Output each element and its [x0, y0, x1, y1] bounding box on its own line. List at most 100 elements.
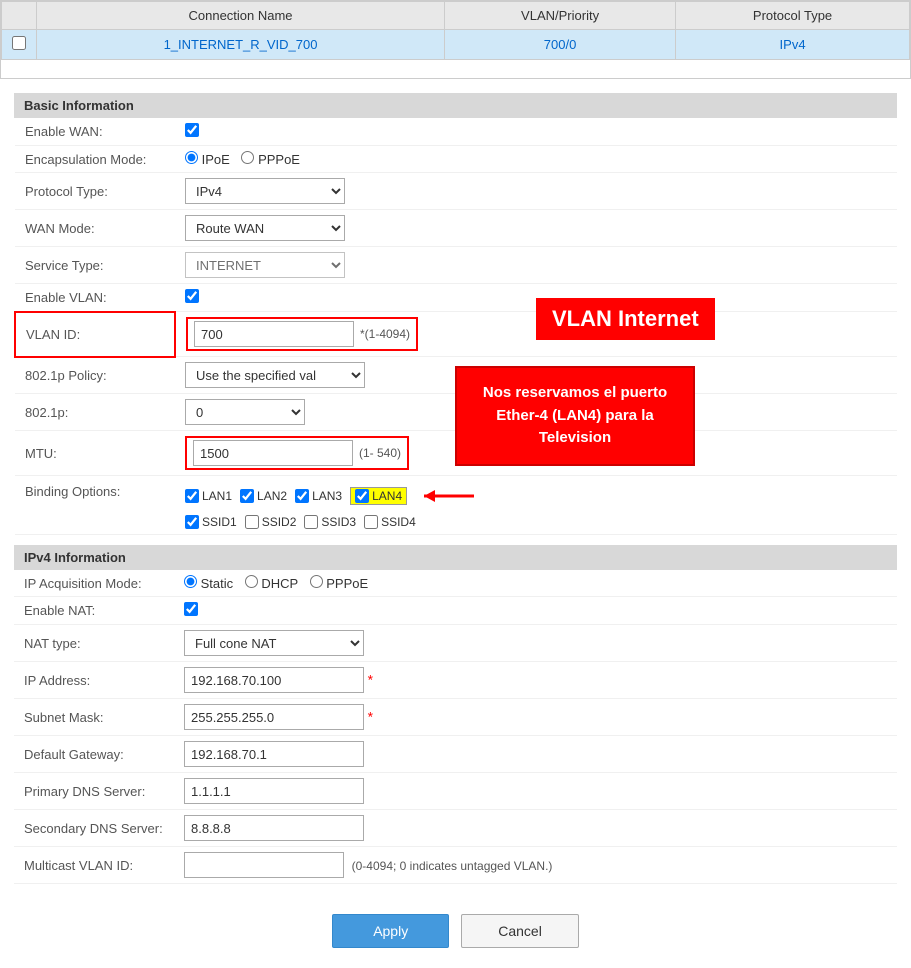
col-vlan-priority: VLAN/Priority: [445, 2, 676, 30]
ip-address-row: IP Address: *: [14, 662, 897, 699]
subnet-mask-input[interactable]: [184, 704, 364, 730]
subnet-mask-value: *: [174, 699, 897, 736]
nat-type-select[interactable]: Full cone NAT Restricted cone NAT Port-R…: [184, 630, 364, 656]
table-row[interactable]: 1_INTERNET_R_VID_700 700/0 IPv4: [2, 30, 910, 60]
basic-info-header: Basic Information: [14, 93, 897, 118]
pppoe-radio-label: PPPoE: [310, 576, 369, 591]
binding-options-row: Binding Options: LAN1 LAN2: [15, 476, 897, 535]
lan1-binding-item: LAN1: [185, 489, 232, 503]
service-type-select[interactable]: INTERNET: [185, 252, 345, 278]
static-radio-label: Static: [184, 576, 237, 591]
ssid3-binding-item: SSID3: [304, 515, 356, 529]
service-type-value: INTERNET: [175, 247, 897, 284]
primary-dns-value: [174, 773, 897, 810]
ip-address-input[interactable]: [184, 667, 364, 693]
connection-table: Connection Name VLAN/Priority Protocol T…: [1, 1, 910, 60]
wan-mode-row: WAN Mode: Route WAN Bridge WAN: [15, 210, 897, 247]
dhcp-radio-label: DHCP: [245, 576, 302, 591]
static-radio[interactable]: [184, 575, 197, 588]
protocol-type-value: IPv4 IPv6 IPv4/IPv6: [175, 173, 897, 210]
protocol-type-select[interactable]: IPv4 IPv6 IPv4/IPv6: [185, 178, 345, 204]
multicast-vlan-input[interactable]: [184, 852, 344, 878]
row-checkbox[interactable]: [2, 30, 37, 60]
wan-mode-select[interactable]: Route WAN Bridge WAN: [185, 215, 345, 241]
secondary-dns-row: Secondary DNS Server:: [14, 810, 897, 847]
lan3-binding-item: LAN3: [295, 489, 342, 503]
wan-mode-label: WAN Mode:: [15, 210, 175, 247]
enable-vlan-checkbox[interactable]: [185, 289, 199, 303]
basic-info-table: Enable WAN: Encapsulation Mode: IPoE: [14, 118, 897, 535]
vlan-id-row: VLAN ID: *(1-4094) VLAN Internet: [15, 312, 897, 357]
default-gateway-label: Default Gateway:: [14, 736, 174, 773]
static-label: Static: [201, 576, 234, 591]
encapsulation-value: IPoE PPPoE: [175, 146, 897, 173]
subnet-mask-label: Subnet Mask:: [14, 699, 174, 736]
pppoe-radio[interactable]: [241, 151, 254, 164]
enable-wan-row: Enable WAN:: [15, 118, 897, 146]
lan4-checkbox[interactable]: [355, 489, 369, 503]
ip-acquisition-row: IP Acquisition Mode: Static DHCP PPPo: [14, 570, 897, 597]
lan1-label: LAN1: [202, 489, 232, 503]
ssid1-checkbox[interactable]: [185, 515, 199, 529]
ssid1-label: SSID1: [202, 515, 237, 529]
mtu-hint: (1- 540): [359, 446, 401, 460]
cancel-button[interactable]: Cancel: [461, 914, 579, 948]
ssid4-binding-item: SSID4: [364, 515, 416, 529]
binding-options-value: LAN1 LAN2 LAN3: [175, 476, 897, 535]
service-type-row: Service Type: INTERNET: [15, 247, 897, 284]
ipacq-pppoe-radio[interactable]: [310, 575, 323, 588]
default-gateway-row: Default Gateway:: [14, 736, 897, 773]
enable-nat-value: [174, 597, 897, 625]
row-checkbox-input[interactable]: [12, 36, 26, 50]
ssid4-checkbox[interactable]: [364, 515, 378, 529]
default-gateway-input[interactable]: [184, 741, 364, 767]
service-type-label: Service Type:: [15, 247, 175, 284]
red-arrow-icon: [419, 481, 479, 511]
ssid2-checkbox[interactable]: [245, 515, 259, 529]
cell-vlan-priority: 700/0: [445, 30, 676, 60]
primary-dns-input[interactable]: [184, 778, 364, 804]
ssid1-binding-item: SSID1: [185, 515, 237, 529]
ssid3-checkbox[interactable]: [304, 515, 318, 529]
p802-1p-label: 802.1p:: [15, 394, 175, 431]
ipoe-radio-label: IPoE: [185, 152, 233, 167]
binding-options-label: Binding Options:: [15, 476, 175, 535]
vlan-id-input[interactable]: [194, 321, 354, 347]
dhcp-radio[interactable]: [245, 575, 258, 588]
pppoe-radio-label: PPPoE: [241, 152, 300, 167]
vlan-id-hint: *(1-4094): [360, 327, 410, 341]
lan1-checkbox[interactable]: [185, 489, 199, 503]
ip-address-label: IP Address:: [14, 662, 174, 699]
multicast-vlan-label: Multicast VLAN ID:: [14, 847, 174, 884]
lan3-checkbox[interactable]: [295, 489, 309, 503]
ssid3-label: SSID3: [321, 515, 356, 529]
mtu-input[interactable]: [193, 440, 353, 466]
col-connection-name: Connection Name: [37, 2, 445, 30]
lan4-label: LAN4: [372, 489, 402, 503]
reservation-annotation: Nos reservamos el puerto Ether-4 (LAN4) …: [455, 366, 695, 466]
p802-1p-select[interactable]: 0 1 2: [185, 399, 305, 425]
enable-wan-checkbox[interactable]: [185, 123, 199, 137]
ip-acquisition-value: Static DHCP PPPoE: [174, 570, 897, 597]
lan2-checkbox[interactable]: [240, 489, 254, 503]
basic-info-section: Basic Information Enable WAN: Encapsulat…: [14, 93, 897, 535]
mtu-label: MTU:: [15, 431, 175, 476]
nat-type-value: Full cone NAT Restricted cone NAT Port-R…: [174, 625, 897, 662]
apply-button[interactable]: Apply: [332, 914, 449, 948]
nat-type-label: NAT type:: [14, 625, 174, 662]
multicast-vlan-value: (0-4094; 0 indicates untagged VLAN.): [174, 847, 897, 884]
policy-802-1p-select[interactable]: Use the specified val: [185, 362, 365, 388]
lan4-binding-item: LAN4: [350, 487, 407, 505]
secondary-dns-input[interactable]: [184, 815, 364, 841]
ssid2-label: SSID2: [262, 515, 297, 529]
encapsulation-row: Encapsulation Mode: IPoE PPPoE: [15, 146, 897, 173]
enable-wan-value: [175, 118, 897, 146]
ipoe-radio[interactable]: [185, 151, 198, 164]
vlan-internet-annotation: VLAN Internet: [536, 298, 715, 340]
enable-nat-checkbox[interactable]: [184, 602, 198, 616]
enable-wan-label: Enable WAN:: [15, 118, 175, 146]
ipoe-label: IPoE: [202, 152, 230, 167]
ip-address-value: *: [174, 662, 897, 699]
lan3-label: LAN3: [312, 489, 342, 503]
cell-protocol-type: IPv4: [676, 30, 910, 60]
